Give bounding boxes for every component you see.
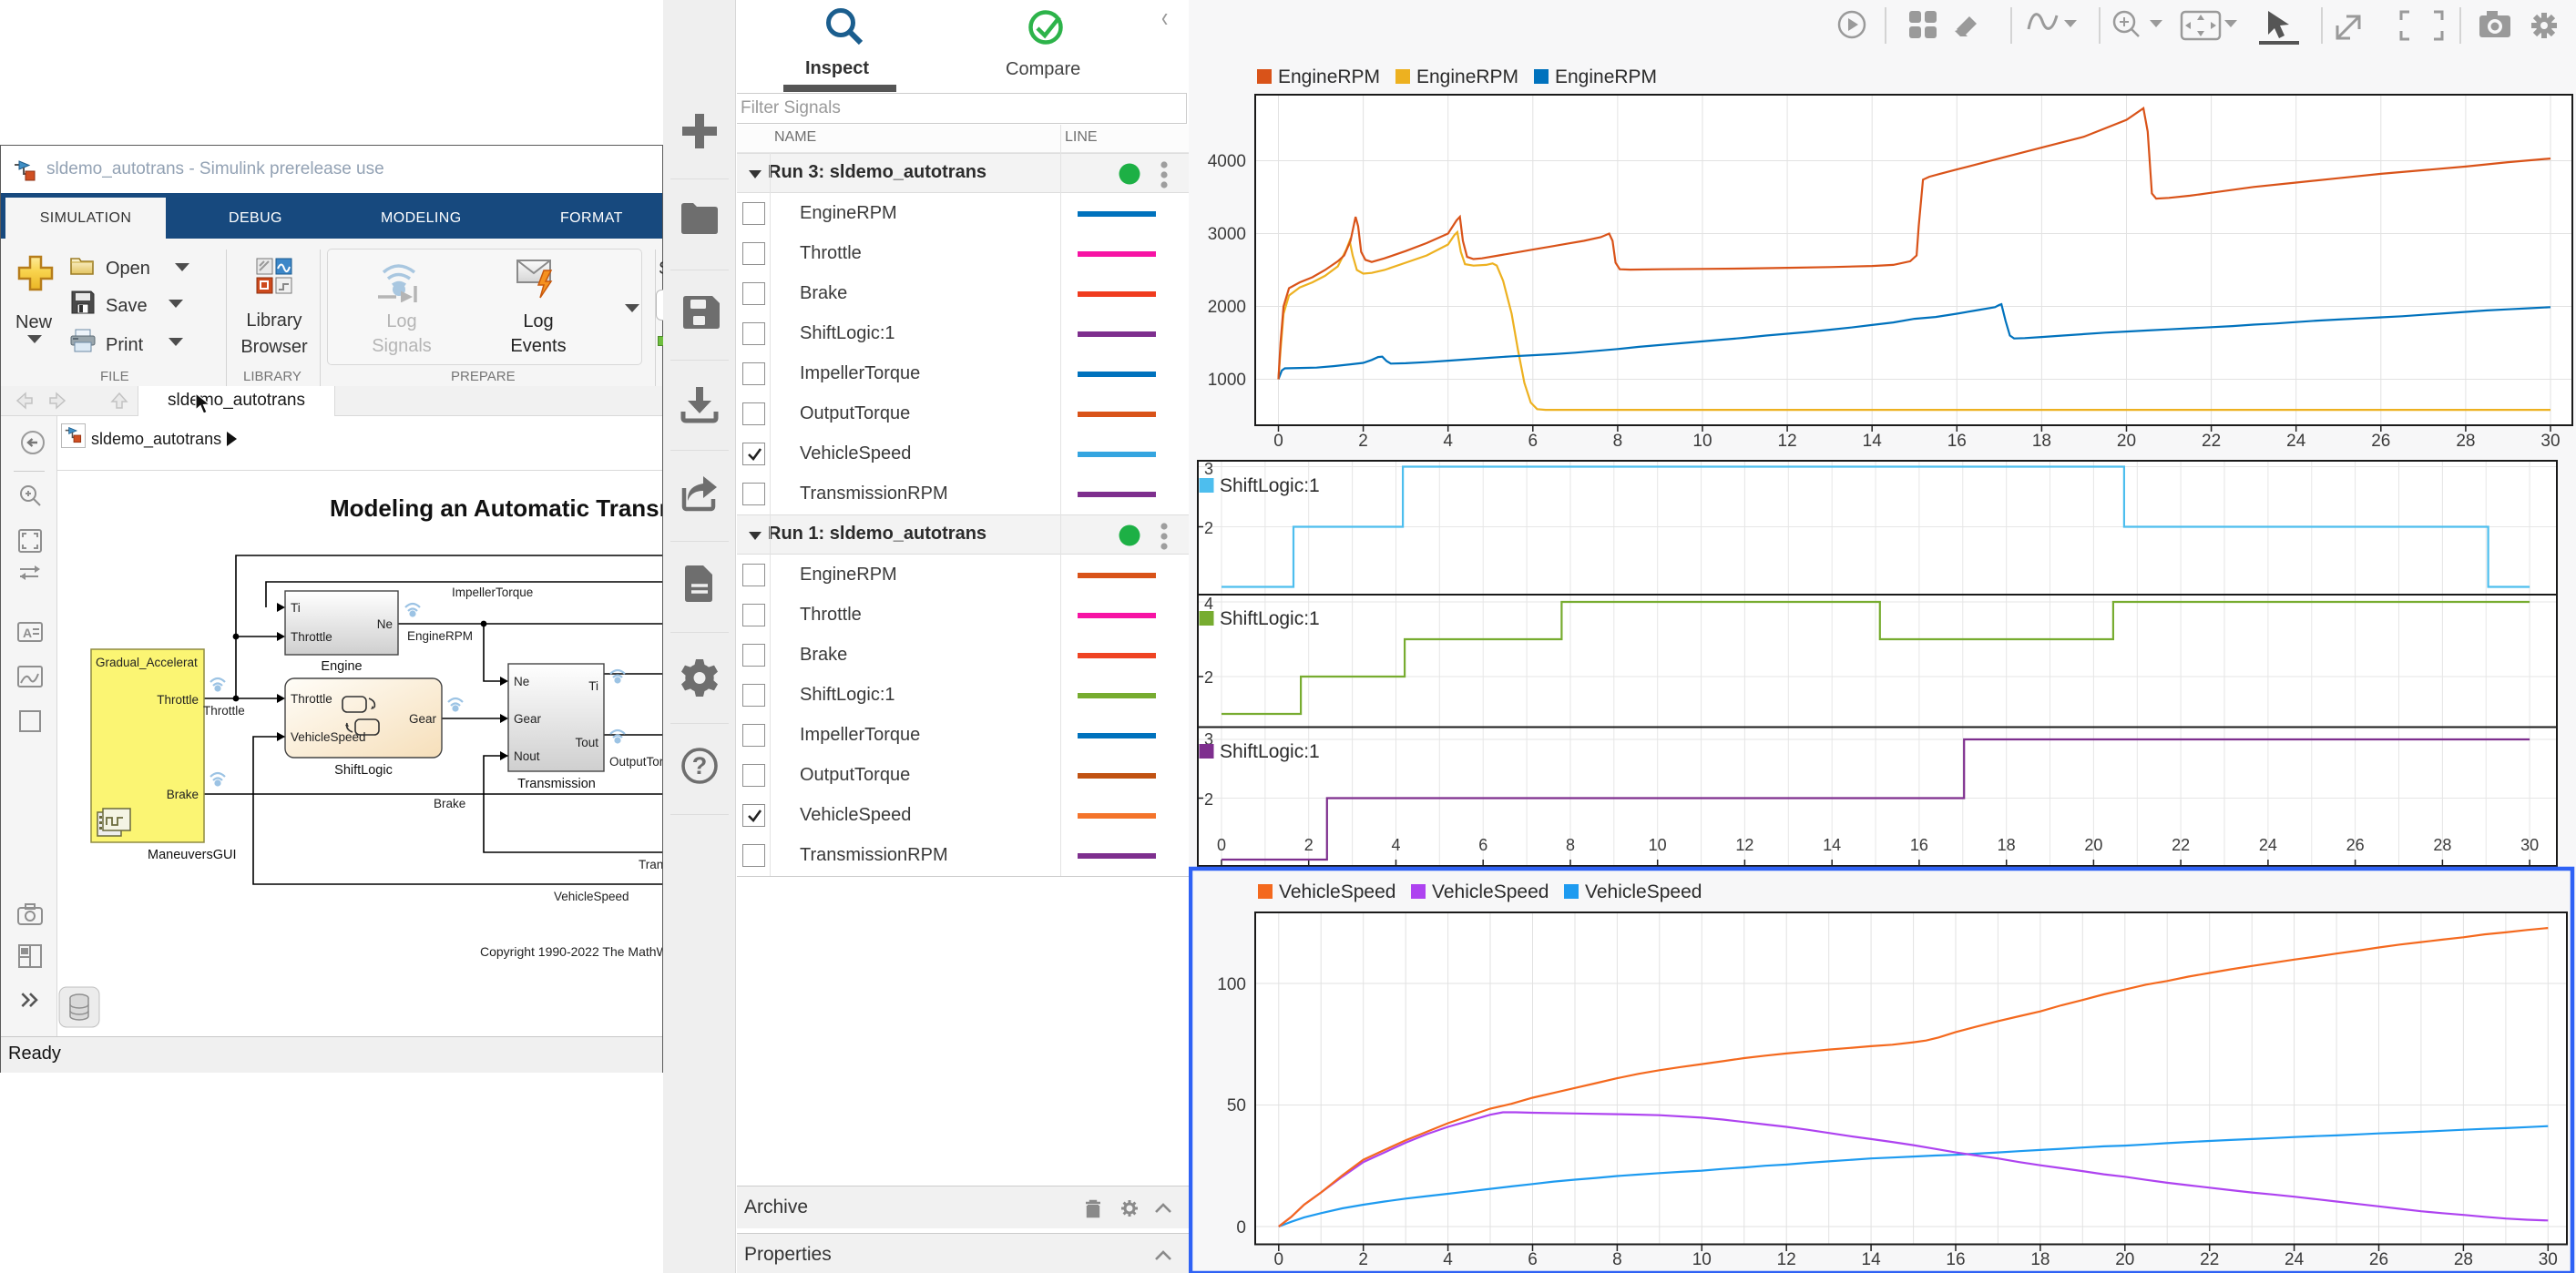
svg-text:3000: 3000 [1208, 225, 1246, 244]
svg-text:Throttle: Throttle [291, 692, 332, 706]
svg-text:28: 28 [2433, 836, 2451, 854]
svg-text:28: 28 [2456, 432, 2475, 451]
svg-text:30: 30 [2520, 836, 2539, 854]
svg-text:4: 4 [1391, 836, 1400, 854]
svg-text:16: 16 [1946, 1250, 1965, 1269]
svg-text:16: 16 [1910, 836, 1928, 854]
svg-text:30: 30 [2539, 1250, 2558, 1269]
svg-text:Throttle: Throttle [157, 693, 199, 707]
svg-text:EngineRPM: EngineRPM [1278, 66, 1380, 87]
svg-text:Throttle: Throttle [291, 630, 332, 644]
svg-text:14: 14 [1863, 432, 1883, 451]
svg-text:16: 16 [1947, 432, 1967, 451]
svg-text:EngineRPM: EngineRPM [1416, 66, 1518, 87]
svg-text:10: 10 [1649, 836, 1667, 854]
svg-text:30: 30 [2540, 432, 2560, 451]
svg-text:8: 8 [1613, 432, 1623, 451]
svg-text:18: 18 [2032, 432, 2051, 451]
svg-text:4: 4 [1204, 595, 1213, 613]
svg-text:2000: 2000 [1208, 298, 1246, 317]
svg-text:Ne: Ne [514, 675, 529, 688]
svg-text:ManeuversGUI: ManeuversGUI [148, 848, 237, 862]
svg-text:2: 2 [1358, 432, 1368, 451]
svg-text:EngineRPM: EngineRPM [1555, 66, 1657, 87]
svg-text:28: 28 [2454, 1250, 2473, 1269]
svg-text:0: 0 [1274, 1250, 1284, 1269]
svg-text:Throttle: Throttle [203, 704, 245, 718]
svg-text:12: 12 [1735, 836, 1753, 854]
svg-text:VehicleSpeed: VehicleSpeed [1432, 881, 1549, 902]
svg-text:ShiftLogic:1: ShiftLogic:1 [1220, 608, 1320, 629]
svg-text:Ti: Ti [291, 601, 301, 615]
svg-text:50: 50 [1227, 1096, 1246, 1115]
svg-text:VehicleSpeed: VehicleSpeed [554, 890, 629, 903]
svg-text:8: 8 [1566, 836, 1575, 854]
svg-text:20: 20 [2084, 836, 2102, 854]
svg-text:Engine: Engine [321, 659, 362, 674]
svg-text:24: 24 [2259, 836, 2277, 854]
svg-text:Copyright 1990-2022 The MathW: Copyright 1990-2022 The MathW [480, 944, 662, 959]
svg-text:0: 0 [1217, 836, 1226, 854]
svg-text:12: 12 [1777, 1250, 1796, 1269]
svg-text:Gear: Gear [514, 712, 542, 726]
svg-text:ImpellerTorque: ImpellerTorque [452, 586, 533, 599]
svg-text:22: 22 [2200, 1250, 2219, 1269]
svg-text:Brake: Brake [434, 797, 465, 810]
svg-text:26: 26 [2369, 1250, 2388, 1269]
svg-text:ShiftLogic:1: ShiftLogic:1 [1220, 741, 1320, 762]
svg-text:18: 18 [1998, 836, 2016, 854]
svg-text:Gradual_Accelerat: Gradual_Accelerat [96, 656, 198, 669]
svg-text:VehicleSpeed: VehicleSpeed [1585, 881, 1702, 902]
svg-text:24: 24 [2286, 432, 2306, 451]
svg-text:EngineRPM: EngineRPM [407, 629, 473, 643]
svg-text:12: 12 [1778, 432, 1797, 451]
svg-text:1000: 1000 [1208, 371, 1246, 390]
svg-text:ShiftLogic: ShiftLogic [334, 763, 393, 778]
svg-text:22: 22 [2202, 432, 2221, 451]
svg-text:Ti: Ti [588, 679, 598, 693]
svg-text:4: 4 [1443, 1250, 1453, 1269]
svg-text:4: 4 [1443, 432, 1453, 451]
svg-text:8: 8 [1612, 1250, 1622, 1269]
svg-text:20: 20 [2117, 432, 2136, 451]
svg-text:26: 26 [2346, 836, 2365, 854]
svg-text:24: 24 [2285, 1250, 2305, 1269]
svg-text:22: 22 [2172, 836, 2190, 854]
svg-text:26: 26 [2371, 432, 2390, 451]
svg-text:A: A [23, 626, 32, 640]
svg-text:2: 2 [1304, 836, 1314, 854]
svg-text:2: 2 [1204, 519, 1213, 537]
svg-text:?: ? [692, 752, 708, 779]
svg-text:0: 0 [1273, 432, 1283, 451]
svg-text:6: 6 [1528, 1250, 1538, 1269]
svg-text:2: 2 [1204, 790, 1213, 809]
svg-text:0: 0 [1236, 1218, 1246, 1237]
svg-text:Tout: Tout [575, 736, 598, 749]
svg-text:4000: 4000 [1208, 152, 1246, 171]
svg-text:ShiftLogic:1: ShiftLogic:1 [1220, 475, 1320, 496]
svg-text:20: 20 [2115, 1250, 2134, 1269]
svg-text:Brake: Brake [167, 788, 199, 801]
svg-text:OutputTor: OutputTor [609, 755, 662, 769]
svg-text:2: 2 [1358, 1250, 1368, 1269]
svg-text:10: 10 [1692, 432, 1712, 451]
svg-text:2: 2 [1204, 668, 1213, 687]
svg-text:Gear: Gear [409, 712, 437, 726]
svg-text:Ne: Ne [377, 617, 393, 631]
svg-text:Nout: Nout [514, 749, 540, 763]
svg-text:Transmission: Transmission [517, 777, 596, 791]
svg-text:3: 3 [1204, 460, 1213, 478]
svg-text:6: 6 [1528, 432, 1538, 451]
svg-text:Tran: Tran [639, 858, 662, 871]
svg-text:14: 14 [1862, 1250, 1882, 1269]
svg-text:10: 10 [1692, 1250, 1712, 1269]
svg-text:VehicleSpeed: VehicleSpeed [291, 730, 366, 744]
svg-text:VehicleSpeed: VehicleSpeed [1279, 881, 1395, 902]
svg-text:100: 100 [1217, 975, 1246, 994]
svg-text:Modeling an Automatic Transmi: Modeling an Automatic Transmi [330, 494, 662, 522]
svg-text:18: 18 [2030, 1250, 2050, 1269]
svg-text:6: 6 [1478, 836, 1487, 854]
svg-text:14: 14 [1823, 836, 1841, 854]
